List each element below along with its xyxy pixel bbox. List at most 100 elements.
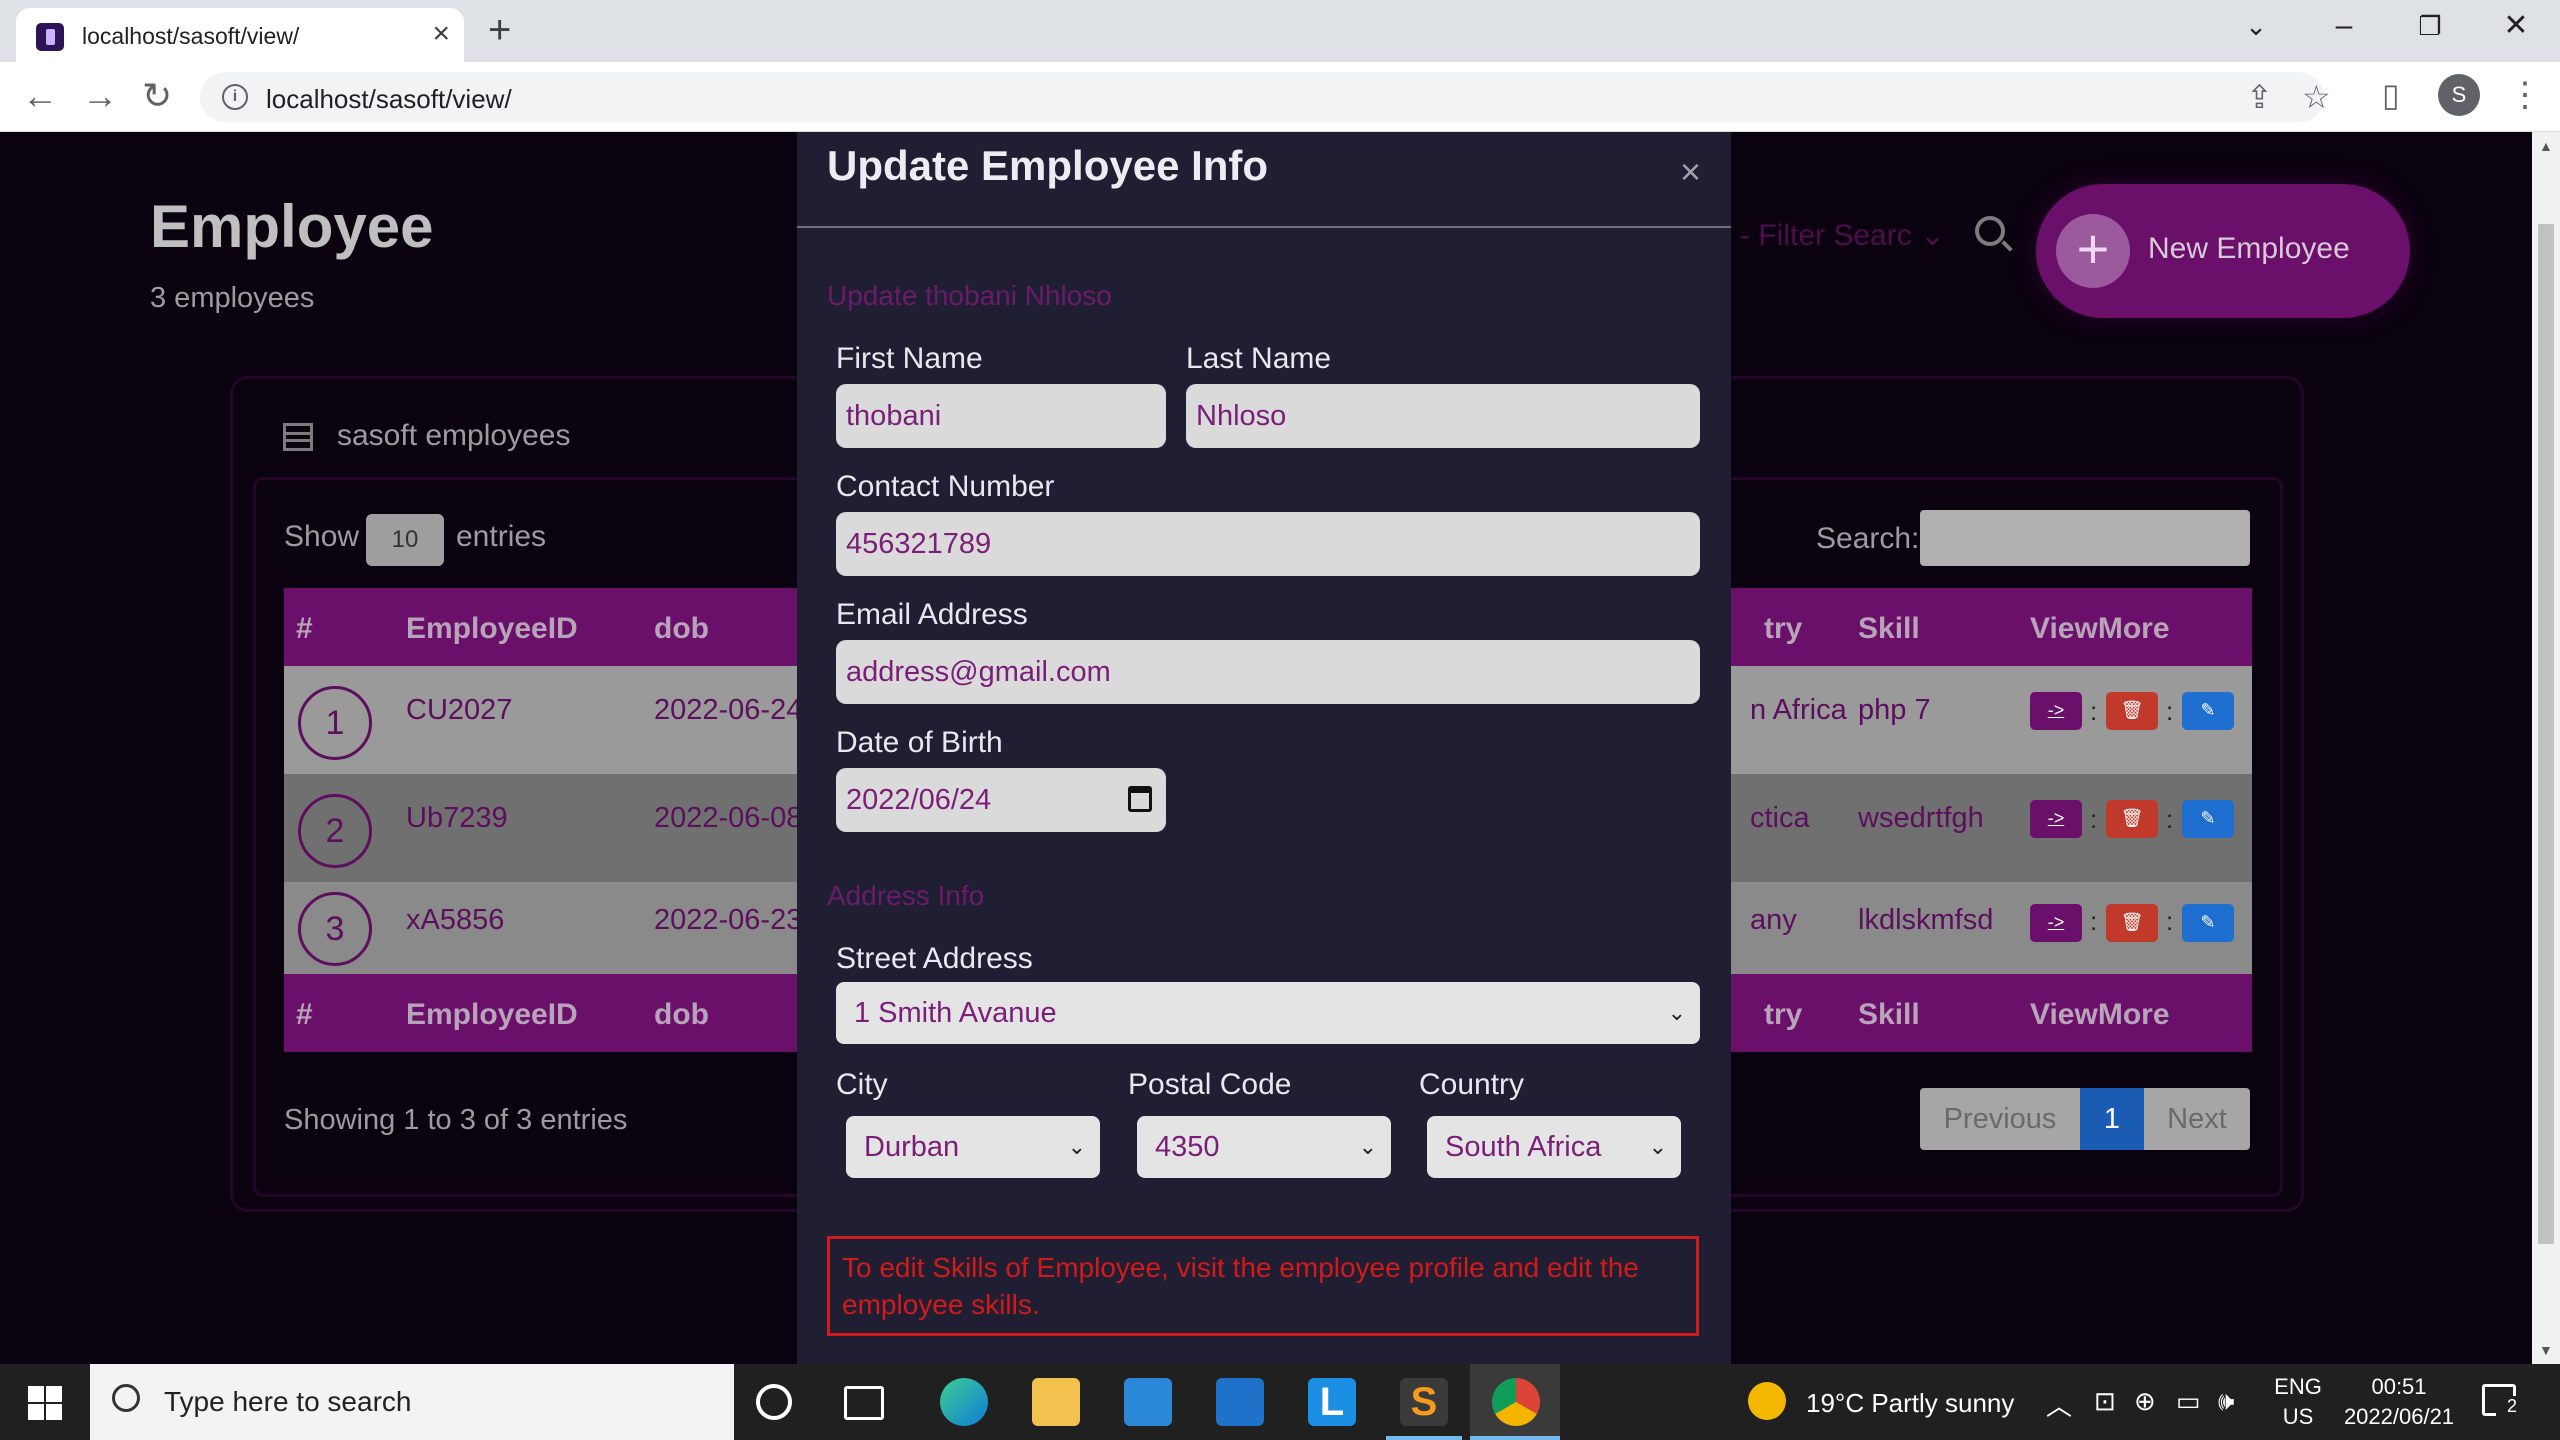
tab-search-chevron-icon[interactable]: ⌄ — [2226, 6, 2286, 46]
first-name-input[interactable]: thobani — [836, 384, 1166, 448]
col-viewmore[interactable]: ViewMore — [2030, 612, 2170, 646]
new-employee-label: New Employee — [2148, 232, 2350, 265]
address-bar[interactable]: i localhost/sasoft/view/ ⇪ ☆ — [200, 72, 2331, 122]
side-panel-icon[interactable]: ▯ — [2382, 76, 2400, 114]
pagination-page-1[interactable]: 1 — [2080, 1088, 2144, 1150]
browser-tab[interactable]: localhost/sasoft/view/ × — [16, 8, 464, 62]
site-info-icon[interactable]: i — [222, 84, 248, 110]
share-icon[interactable]: ⇪ — [2246, 78, 2273, 116]
new-tab-icon[interactable]: + — [488, 10, 511, 50]
minimize-icon[interactable]: – — [2314, 6, 2374, 46]
window-close-icon[interactable]: ✕ — [2486, 6, 2546, 46]
page-scrollbar[interactable]: ▲ ▼ — [2532, 132, 2560, 1364]
scroll-up-arrow-icon[interactable]: ▲ — [2539, 138, 2553, 154]
dob-label: Date of Birth — [836, 726, 1003, 759]
url-text[interactable]: localhost/sasoft/view/ — [266, 84, 512, 115]
skills-notice: To edit Skills of Employee, visit the em… — [827, 1236, 1699, 1336]
file-explorer-icon[interactable] — [1032, 1378, 1080, 1426]
email-input[interactable]: address@gmail.com — [836, 640, 1700, 704]
cell-country: n Africa — [1750, 694, 1847, 726]
windows-start-icon[interactable] — [28, 1386, 62, 1420]
restore-icon[interactable]: ❐ — [2400, 6, 2460, 46]
chevron-down-icon: ⌄ — [1667, 1000, 1686, 1025]
dob-input[interactable]: 2022/06/24 — [836, 768, 1166, 832]
notification-count: 2 — [2496, 1396, 2528, 1417]
new-employee-button[interactable]: + New Employee — [2036, 184, 2410, 318]
view-more-button[interactable]: -> — [2030, 692, 2082, 730]
cell-dob: 2022-06-24 — [654, 694, 803, 726]
col-num[interactable]: # — [296, 612, 313, 646]
pagination-next[interactable]: Next — [2144, 1088, 2250, 1150]
sublime-text-icon[interactable]: S — [1400, 1378, 1448, 1426]
clock-date[interactable]: 2022/06/21 — [2336, 1404, 2462, 1430]
foot-col-num: # — [296, 998, 313, 1031]
volume-icon[interactable]: 🕪 — [2218, 1386, 2234, 1418]
cortana-icon[interactable] — [756, 1384, 792, 1420]
entries-select[interactable]: 10 — [366, 514, 444, 566]
chevron-down-icon: ⌄ — [1067, 1134, 1086, 1159]
calendar-icon[interactable] — [1128, 786, 1152, 812]
view-more-button[interactable]: -> — [2030, 904, 2082, 942]
filter-search-select[interactable]: - Filter Searc ⌄ — [1740, 218, 1945, 253]
last-name-input[interactable]: Nhloso — [1186, 384, 1700, 448]
edit-icon[interactable]: ✎ — [2182, 800, 2234, 838]
scroll-thumb[interactable] — [2538, 224, 2554, 1244]
delete-trash-icon[interactable]: 🗑 — [2106, 800, 2158, 838]
launcher-l-icon[interactable]: L — [1308, 1378, 1356, 1426]
cell-skill: php 7 — [1858, 694, 1931, 726]
browser-menu-icon[interactable]: ⋮ — [2508, 74, 2542, 116]
clock-time[interactable]: 00:51 — [2336, 1374, 2462, 1400]
reload-icon[interactable]: ↻ — [142, 76, 172, 116]
chrome-icon[interactable] — [1492, 1378, 1540, 1426]
edge-icon[interactable] — [940, 1378, 988, 1426]
table-search-input[interactable] — [1920, 510, 2250, 566]
weather-icon[interactable] — [1748, 1382, 1786, 1420]
back-arrow-icon[interactable]: ← — [22, 76, 58, 116]
mail-icon[interactable] — [1216, 1378, 1264, 1426]
street-address-select[interactable]: 1 Smith Avanue ⌄ — [836, 982, 1700, 1044]
action-separator: : — [2090, 804, 2098, 834]
tab-close-icon[interactable]: × — [432, 19, 450, 49]
edit-icon[interactable]: ✎ — [2182, 904, 2234, 942]
task-view-icon[interactable] — [844, 1386, 884, 1420]
delete-trash-icon[interactable]: 🗑 — [2106, 904, 2158, 942]
scroll-down-arrow-icon[interactable]: ▼ — [2539, 1342, 2553, 1358]
col-skill[interactable]: Skill — [1858, 612, 1920, 646]
view-more-button[interactable]: -> — [2030, 800, 2082, 838]
contact-number-input[interactable]: 456321789 — [836, 512, 1700, 576]
forward-arrow-icon[interactable]: → — [82, 76, 118, 116]
action-separator: : — [2166, 696, 2174, 726]
col-country[interactable]: try — [1764, 612, 1802, 646]
network-globe-icon[interactable]: ⊕ — [2134, 1386, 2156, 1417]
tray-device-icon[interactable]: ⊡ — [2094, 1386, 2116, 1417]
country-select[interactable]: South Africa ⌄ — [1427, 1116, 1681, 1178]
pagination-previous[interactable]: Previous — [1920, 1088, 2080, 1150]
taskbar-search-box[interactable]: Type here to search — [90, 1364, 734, 1440]
edit-icon[interactable]: ✎ — [2182, 692, 2234, 730]
battery-icon[interactable]: ▭ — [2176, 1386, 2201, 1417]
site-favicon-icon — [36, 23, 64, 51]
language-region[interactable]: US — [2268, 1404, 2328, 1430]
show-label: Show — [284, 520, 360, 553]
taskbar-search-icon — [112, 1384, 140, 1412]
postal-code-select[interactable]: 4350 ⌄ — [1137, 1116, 1391, 1178]
delete-trash-icon[interactable]: 🗑 — [2106, 692, 2158, 730]
language-code[interactable]: ENG — [2268, 1374, 2328, 1400]
foot-col-employee-id: EmployeeID — [406, 998, 578, 1031]
col-dob[interactable]: dob — [654, 612, 709, 646]
col-employee-id[interactable]: EmployeeID — [406, 612, 578, 646]
bookmark-star-icon[interactable]: ☆ — [2302, 78, 2331, 116]
profile-avatar[interactable]: S — [2438, 74, 2480, 116]
card-title: sasoft employees — [337, 419, 571, 452]
microsoft-store-icon[interactable] — [1124, 1378, 1172, 1426]
modal-title: Update Employee Info — [827, 142, 1269, 189]
tray-chevron-up-icon[interactable]: ︿ — [2046, 1386, 2072, 1423]
search-icon[interactable] — [1975, 216, 2005, 246]
postal-code-label: Postal Code — [1128, 1068, 1292, 1101]
weather-text[interactable]: 19°C Partly sunny — [1806, 1388, 2014, 1419]
city-select[interactable]: Durban ⌄ — [846, 1116, 1100, 1178]
close-icon[interactable]: × — [1680, 152, 1701, 192]
table-search-label: Search: — [1816, 522, 1920, 555]
first-name-label: First Name — [836, 342, 983, 375]
employee-count: 3 employees — [150, 282, 315, 314]
